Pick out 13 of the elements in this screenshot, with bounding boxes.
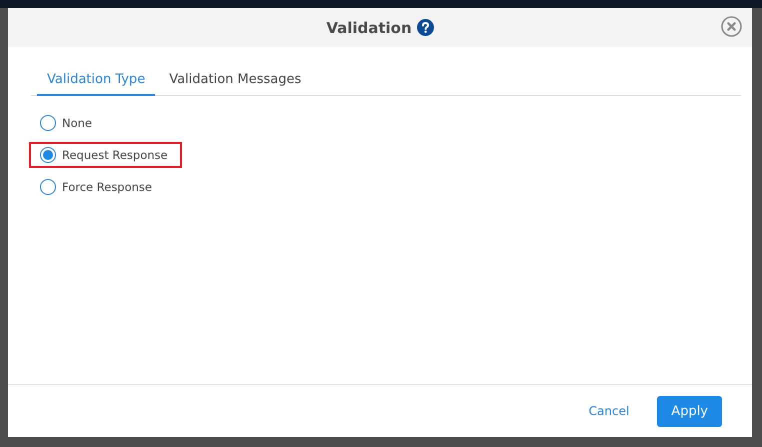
option-label[interactable]: None bbox=[62, 116, 92, 130]
tab[interactable]: Validation Messages bbox=[159, 69, 312, 96]
radio-button[interactable] bbox=[40, 179, 56, 195]
tab[interactable]: Validation Type bbox=[37, 69, 156, 96]
option-label[interactable]: Request Response bbox=[62, 148, 168, 162]
apply-button[interactable]: Apply bbox=[657, 396, 722, 426]
radio-button[interactable] bbox=[40, 115, 56, 131]
close-icon[interactable] bbox=[721, 16, 742, 37]
dialog-title: Validation bbox=[326, 18, 412, 36]
radio-button[interactable] bbox=[40, 147, 56, 163]
cancel-button[interactable]: Cancel bbox=[584, 400, 634, 422]
help-icon[interactable] bbox=[416, 19, 434, 36]
option-label[interactable]: Force Response bbox=[62, 180, 152, 194]
